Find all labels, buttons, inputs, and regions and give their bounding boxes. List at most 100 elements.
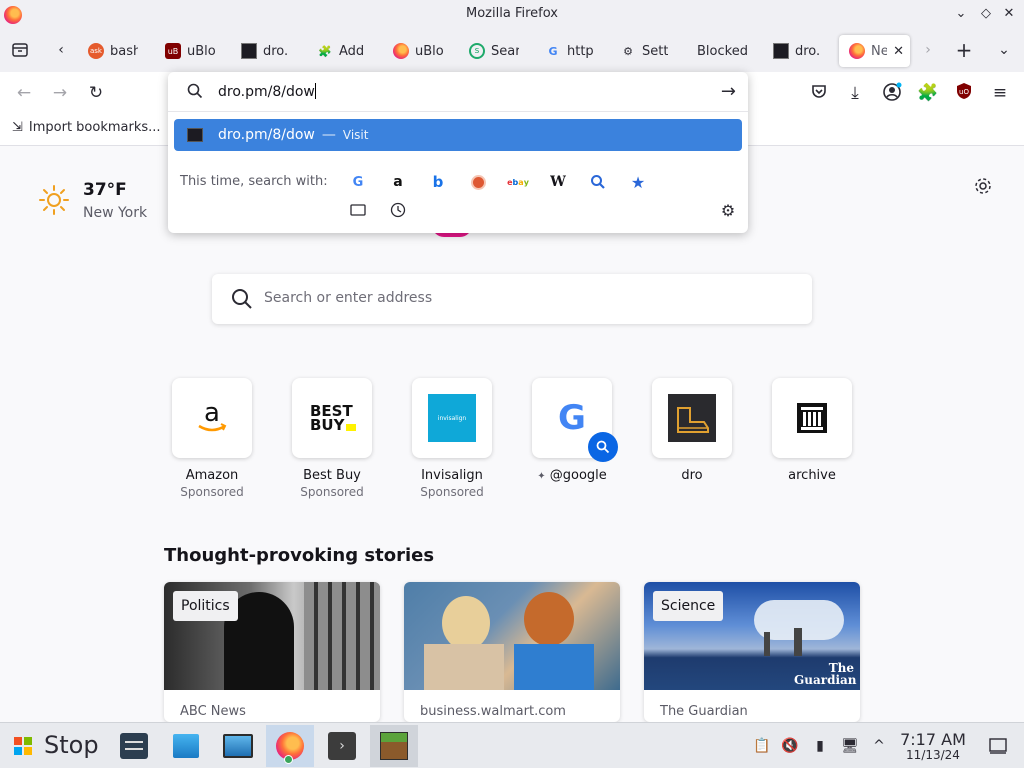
tab-blocked[interactable]: Blocked <box>697 35 749 67</box>
tab-dro[interactable]: dro. <box>241 35 291 67</box>
taskbar-clock[interactable]: 7:17 AM 11/13/24 <box>890 730 976 762</box>
page-search-box[interactable]: Search or enter address <box>212 274 812 324</box>
svg-text:a: a <box>204 401 220 428</box>
maximize-icon[interactable]: ◇ <box>977 5 995 23</box>
weather-temperature: 37°F <box>83 180 127 200</box>
story-source: The Guardian <box>660 704 748 719</box>
ublock-icon: uB <box>165 43 181 59</box>
dro-icon <box>187 128 203 142</box>
duckduckgo-search-icon[interactable] <box>468 172 488 192</box>
bing-search-icon[interactable]: b <box>428 172 448 192</box>
gear-icon: ⚙ <box>623 44 633 58</box>
shortcut-dro[interactable]: dro <box>652 378 732 483</box>
dro-logo-icon <box>652 378 732 458</box>
start-menu-icon[interactable] <box>10 725 36 767</box>
search-engine-icon[interactable] <box>588 172 608 192</box>
firefox-view-icon[interactable] <box>11 41 29 59</box>
url-suggestion-row[interactable]: dro.pm/8/dow — Visit <box>174 119 742 151</box>
tab-dro-2[interactable]: dro. <box>773 35 823 67</box>
minecraft-app-icon[interactable] <box>370 725 418 767</box>
story-image: Politics <box>164 582 380 690</box>
tab-search[interactable]: s Sear <box>469 35 519 67</box>
shortcut-archive[interactable]: archive <box>772 378 852 483</box>
shortcut-invisalign[interactable]: invisalign Invisalign Sponsored <box>412 378 492 499</box>
account-icon[interactable] <box>881 82 903 104</box>
show-hidden-icons-icon[interactable]: ^ <box>869 736 889 756</box>
minimize-icon[interactable]: ⌄ <box>952 5 970 23</box>
stop-button[interactable]: Stop <box>44 731 99 759</box>
tab-bash[interactable]: ask bash <box>88 35 138 67</box>
downloads-icon[interactable]: ⤓ <box>844 82 866 104</box>
title-bar: Mozilla Firefox ⌄ ◇ ✕ <box>0 0 1024 29</box>
menu-icon[interactable]: ≡ <box>989 82 1011 104</box>
back-icon[interactable]: ← <box>13 82 35 104</box>
firefox-icon <box>849 43 865 59</box>
list-all-tabs-icon[interactable]: ⌄ <box>995 41 1013 59</box>
ublock-origin-icon[interactable]: uO <box>953 82 975 104</box>
story-source: business.walmart.com <box>420 704 566 719</box>
import-bookmarks-button[interactable]: ⇲ Import bookmarks... <box>12 120 161 135</box>
history-icon[interactable] <box>389 201 407 219</box>
tab-addons[interactable]: 🧩 Add <box>317 35 367 67</box>
go-arrow-icon[interactable]: → <box>721 81 736 102</box>
battery-icon[interactable]: ▮ <box>810 736 830 756</box>
shortcut-best-buy[interactable]: BEST BUY Best Buy Sponsored <box>292 378 372 499</box>
volume-muted-icon[interactable]: 🔇 <box>780 736 800 756</box>
url-bar-dropdown: dro.pm/8/dow → dro.pm/8/dow — Visit This… <box>168 72 748 233</box>
amazon-search-icon[interactable]: a <box>388 172 408 192</box>
tab-ublock-2[interactable]: uBlo <box>393 35 445 67</box>
amazon-logo-icon: a <box>172 378 252 458</box>
google-logo-icon: G <box>532 378 618 462</box>
tab-settings[interactable]: ⚙ Sett <box>620 35 672 67</box>
search-badge-icon <box>588 432 618 462</box>
store-app-icon[interactable] <box>168 725 204 767</box>
url-input[interactable]: dro.pm/8/dow <box>218 83 316 100</box>
extensions-icon[interactable]: 🧩 <box>917 82 939 104</box>
bookmarks-star-icon[interactable]: ★ <box>628 172 648 192</box>
reload-icon[interactable]: ↻ <box>85 82 107 104</box>
import-icon: ⇲ <box>12 120 23 135</box>
close-tab-icon[interactable]: ✕ <box>893 44 904 59</box>
story-card[interactable]: Science The Guardian The Guardian <box>644 582 860 722</box>
stories-heading: Thought-provoking stories <box>164 545 435 566</box>
customize-gear-icon[interactable] <box>973 176 993 196</box>
pocket-icon[interactable] <box>808 82 830 104</box>
file-manager-app-icon[interactable] <box>216 725 260 767</box>
ebay-search-icon[interactable]: ebay <box>507 172 529 192</box>
new-tab-icon[interactable]: + <box>955 40 973 60</box>
wikipedia-search-icon[interactable]: W <box>548 172 568 192</box>
story-source: ABC News <box>180 704 246 719</box>
scroll-tabs-left-icon[interactable]: ‹ <box>52 41 70 59</box>
google-icon: G <box>548 44 558 58</box>
firefox-icon <box>393 43 409 59</box>
show-desktop-icon[interactable] <box>988 736 1008 756</box>
guardian-logo: The Guardian <box>794 661 857 687</box>
settings-app-icon[interactable] <box>116 725 152 767</box>
tab-http[interactable]: G http <box>545 35 595 67</box>
search-placeholder: Search or enter address <box>264 290 433 306</box>
addon-icon: 🧩 <box>318 44 332 58</box>
sparkle-icon: ✦ <box>537 471 546 482</box>
taskbar: Stop › 📋 🔇 ▮ 🖥 ^ 7:17 AM 11/13/24 <box>0 722 1024 768</box>
network-icon[interactable]: 🖥 <box>840 736 860 756</box>
shortcut-amazon[interactable]: a Amazon Sponsored <box>172 378 252 499</box>
terminal-app-icon[interactable]: › <box>320 725 364 767</box>
google-search-icon[interactable]: G <box>348 172 368 192</box>
story-card[interactable]: Politics ABC News <box>164 582 380 722</box>
url-bar[interactable]: dro.pm/8/dow → <box>168 72 748 112</box>
clipboard-icon[interactable]: 📋 <box>752 736 772 756</box>
best-buy-logo-icon: BEST BUY <box>292 378 372 458</box>
sun-icon <box>38 184 70 220</box>
tabs-icon[interactable] <box>349 201 367 219</box>
forward-icon[interactable]: → <box>49 82 71 104</box>
search-icon <box>186 82 204 104</box>
tab-ublock[interactable]: uB uBlo <box>165 35 220 67</box>
scroll-tabs-right-icon[interactable]: › <box>919 41 937 59</box>
shortcut-google[interactable]: G ✦ @google <box>532 378 618 483</box>
story-card[interactable]: business.walmart.com <box>404 582 620 722</box>
firefox-taskbar-icon[interactable] <box>266 725 314 767</box>
search-settings-gear-icon[interactable]: ⚙ <box>719 201 737 220</box>
weather-city: New York <box>83 205 148 221</box>
close-window-icon[interactable]: ✕ <box>1000 5 1018 23</box>
tab-new-tab[interactable]: Ne ✕ <box>839 35 910 67</box>
